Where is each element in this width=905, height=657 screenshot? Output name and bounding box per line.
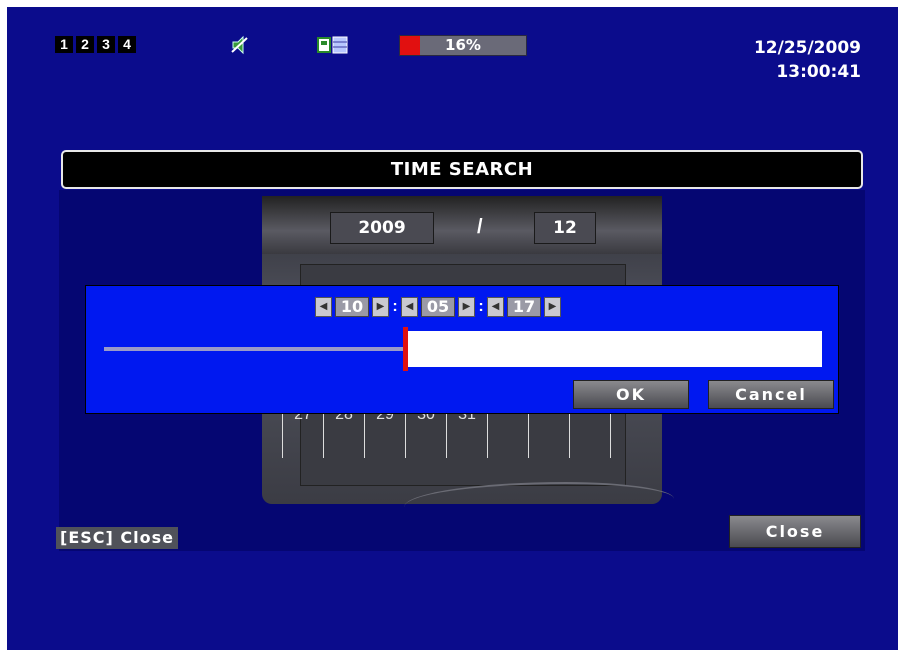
second-decrease-button[interactable]: ◀ — [487, 297, 504, 317]
channel-2[interactable]: 2 — [76, 36, 94, 53]
hour-value[interactable]: 10 — [335, 297, 369, 317]
hdd-usage-text: 16% — [445, 36, 481, 54]
minute-increase-button[interactable]: ▶ — [458, 297, 475, 317]
datetime-display: 12/25/2009 13:00:41 — [754, 36, 861, 84]
channel-1[interactable]: 1 — [55, 36, 73, 53]
time-colon: : — [392, 298, 398, 315]
time-slider-remaining[interactable] — [406, 331, 822, 367]
minute-value[interactable]: 05 — [421, 297, 455, 317]
hdd-usage-bar: 16% — [399, 35, 527, 56]
channel-4[interactable]: 4 — [118, 36, 136, 53]
calendar-header — [262, 196, 662, 254]
channel-3[interactable]: 3 — [97, 36, 115, 53]
second-value[interactable]: 17 — [507, 297, 541, 317]
hour-increase-button[interactable]: ▶ — [372, 297, 389, 317]
time-picker-dialog: ◀ 10 ▶ : ◀ 05 ▶ : ◀ 17 ▶ OK Cancel — [85, 285, 839, 414]
time-colon: : — [478, 298, 484, 315]
cancel-button[interactable]: Cancel — [708, 380, 834, 409]
minute-decrease-button[interactable]: ◀ — [401, 297, 418, 317]
time-slider-handle[interactable] — [403, 327, 408, 371]
channel-indicators: 1 2 3 4 — [55, 36, 136, 53]
speaker-mute-icon — [230, 35, 250, 60]
month-field[interactable]: 12 — [534, 212, 596, 244]
dialog-title: TIME SEARCH — [61, 150, 863, 189]
time-spinners: ◀ 10 ▶ : ◀ 05 ▶ : ◀ 17 ▶ — [315, 297, 561, 317]
hour-decrease-button[interactable]: ◀ — [315, 297, 332, 317]
second-increase-button[interactable]: ▶ — [544, 297, 561, 317]
date-separator: / — [477, 216, 483, 238]
network-record-icon — [317, 35, 349, 60]
close-button[interactable]: Close — [729, 515, 861, 548]
ok-button[interactable]: OK — [573, 380, 689, 409]
calendar-decoration — [404, 482, 674, 524]
current-time: 13:00:41 — [776, 62, 861, 82]
current-date: 12/25/2009 — [753, 38, 861, 58]
time-slider-track[interactable] — [104, 347, 406, 351]
esc-close-hint: [ESC] Close — [56, 527, 178, 549]
year-field[interactable]: 2009 — [330, 212, 434, 244]
